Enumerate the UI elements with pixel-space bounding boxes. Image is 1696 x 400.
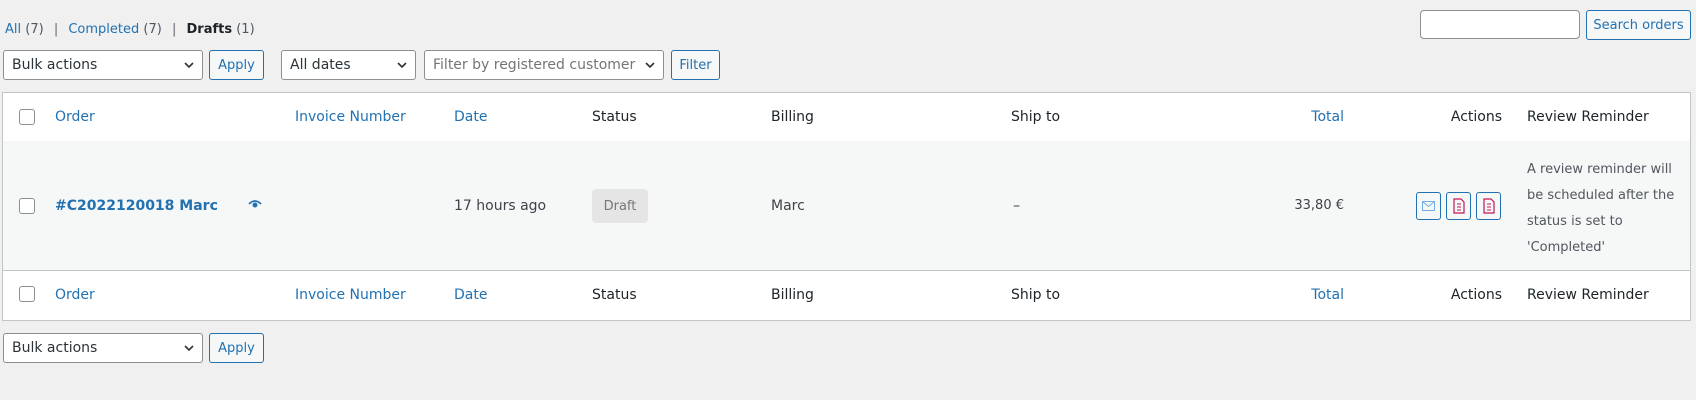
column-ship-to: Ship to (1011, 287, 1061, 303)
pdf-document-icon (1482, 198, 1495, 214)
column-invoice-number[interactable]: Invoice Number (295, 109, 406, 125)
apply-button-bottom[interactable]: Apply (209, 333, 264, 363)
select-all-checkbox-footer[interactable] (19, 286, 35, 302)
column-review-reminder: Review Reminder (1527, 109, 1649, 125)
bulk-actions-value: Bulk actions (12, 340, 98, 356)
status-filter-links: All (7) | Completed (7) | Drafts (1) (5, 22, 255, 37)
order-link[interactable]: #C2022120018 Marc (55, 198, 218, 214)
table-footer-row: Order Invoice Number Date Status Billing… (3, 271, 1690, 319)
customer-filter-select[interactable]: Filter by registered customer (424, 50, 664, 80)
customer-filter-placeholder: Filter by registered customer (433, 57, 636, 73)
column-review-reminder: Review Reminder (1527, 287, 1649, 303)
column-date[interactable]: Date (454, 109, 487, 125)
order-total: 33,80 € (1294, 198, 1344, 213)
bulk-actions-select-bottom[interactable]: Bulk actions (3, 333, 203, 363)
pdf-packing-slip-button[interactable] (1476, 192, 1501, 220)
table-header-row: Order Invoice Number Date Status Billing… (3, 93, 1690, 142)
pdf-document-icon (1452, 198, 1465, 214)
bulk-actions-value: Bulk actions (12, 57, 98, 73)
ship-to-value: – (1013, 197, 1020, 214)
column-invoice-number[interactable]: Invoice Number (295, 287, 406, 303)
separator: | (171, 22, 177, 37)
column-date[interactable]: Date (454, 287, 487, 303)
apply-button-top[interactable]: Apply (209, 50, 264, 80)
email-icon (1422, 201, 1435, 211)
dates-value: All dates (290, 57, 351, 73)
separator: | (53, 22, 59, 37)
chevron-down-icon (184, 345, 194, 352)
column-billing: Billing (771, 287, 814, 303)
review-reminder-text: A review reminder will be scheduled afte… (1527, 162, 1675, 255)
eye-icon[interactable] (248, 199, 262, 209)
column-ship-to: Ship to (1011, 109, 1061, 125)
select-all-checkbox[interactable] (19, 109, 35, 125)
search-orders-input[interactable] (1420, 10, 1580, 39)
chevron-down-icon (184, 62, 194, 69)
billing-value: Marc (771, 197, 805, 214)
column-status: Status (592, 109, 637, 125)
pdf-invoice-button[interactable] (1446, 192, 1471, 220)
filter-drafts-current[interactable]: Drafts (187, 22, 233, 37)
chevron-down-icon (397, 62, 407, 69)
chevron-down-icon (645, 62, 655, 69)
orders-table: Order Invoice Number Date Status Billing… (2, 92, 1691, 321)
column-billing: Billing (771, 109, 814, 125)
completed-count: (7) (143, 22, 162, 37)
status-badge: Draft (592, 189, 648, 223)
bulk-actions-select[interactable]: Bulk actions (3, 50, 203, 80)
order-date: 17 hours ago (454, 197, 547, 214)
dates-select[interactable]: All dates (281, 50, 416, 80)
filter-all-link[interactable]: All (5, 22, 21, 37)
column-order[interactable]: Order (55, 109, 95, 125)
column-total[interactable]: Total (1311, 287, 1344, 303)
filter-completed-link[interactable]: Completed (68, 22, 139, 37)
column-actions: Actions (1450, 287, 1502, 303)
send-email-button[interactable] (1416, 192, 1441, 220)
column-status: Status (592, 287, 637, 303)
table-row[interactable]: #C2022120018 Marc 17 hours ago Draft Mar… (3, 141, 1690, 271)
row-checkbox[interactable] (19, 198, 35, 214)
column-actions: Actions (1450, 109, 1502, 125)
search-orders-button[interactable]: Search orders (1586, 10, 1691, 40)
column-total[interactable]: Total (1311, 109, 1344, 125)
drafts-count: (1) (236, 22, 255, 37)
column-order[interactable]: Order (55, 287, 95, 303)
all-count: (7) (25, 22, 44, 37)
filter-button[interactable]: Filter (671, 50, 720, 80)
